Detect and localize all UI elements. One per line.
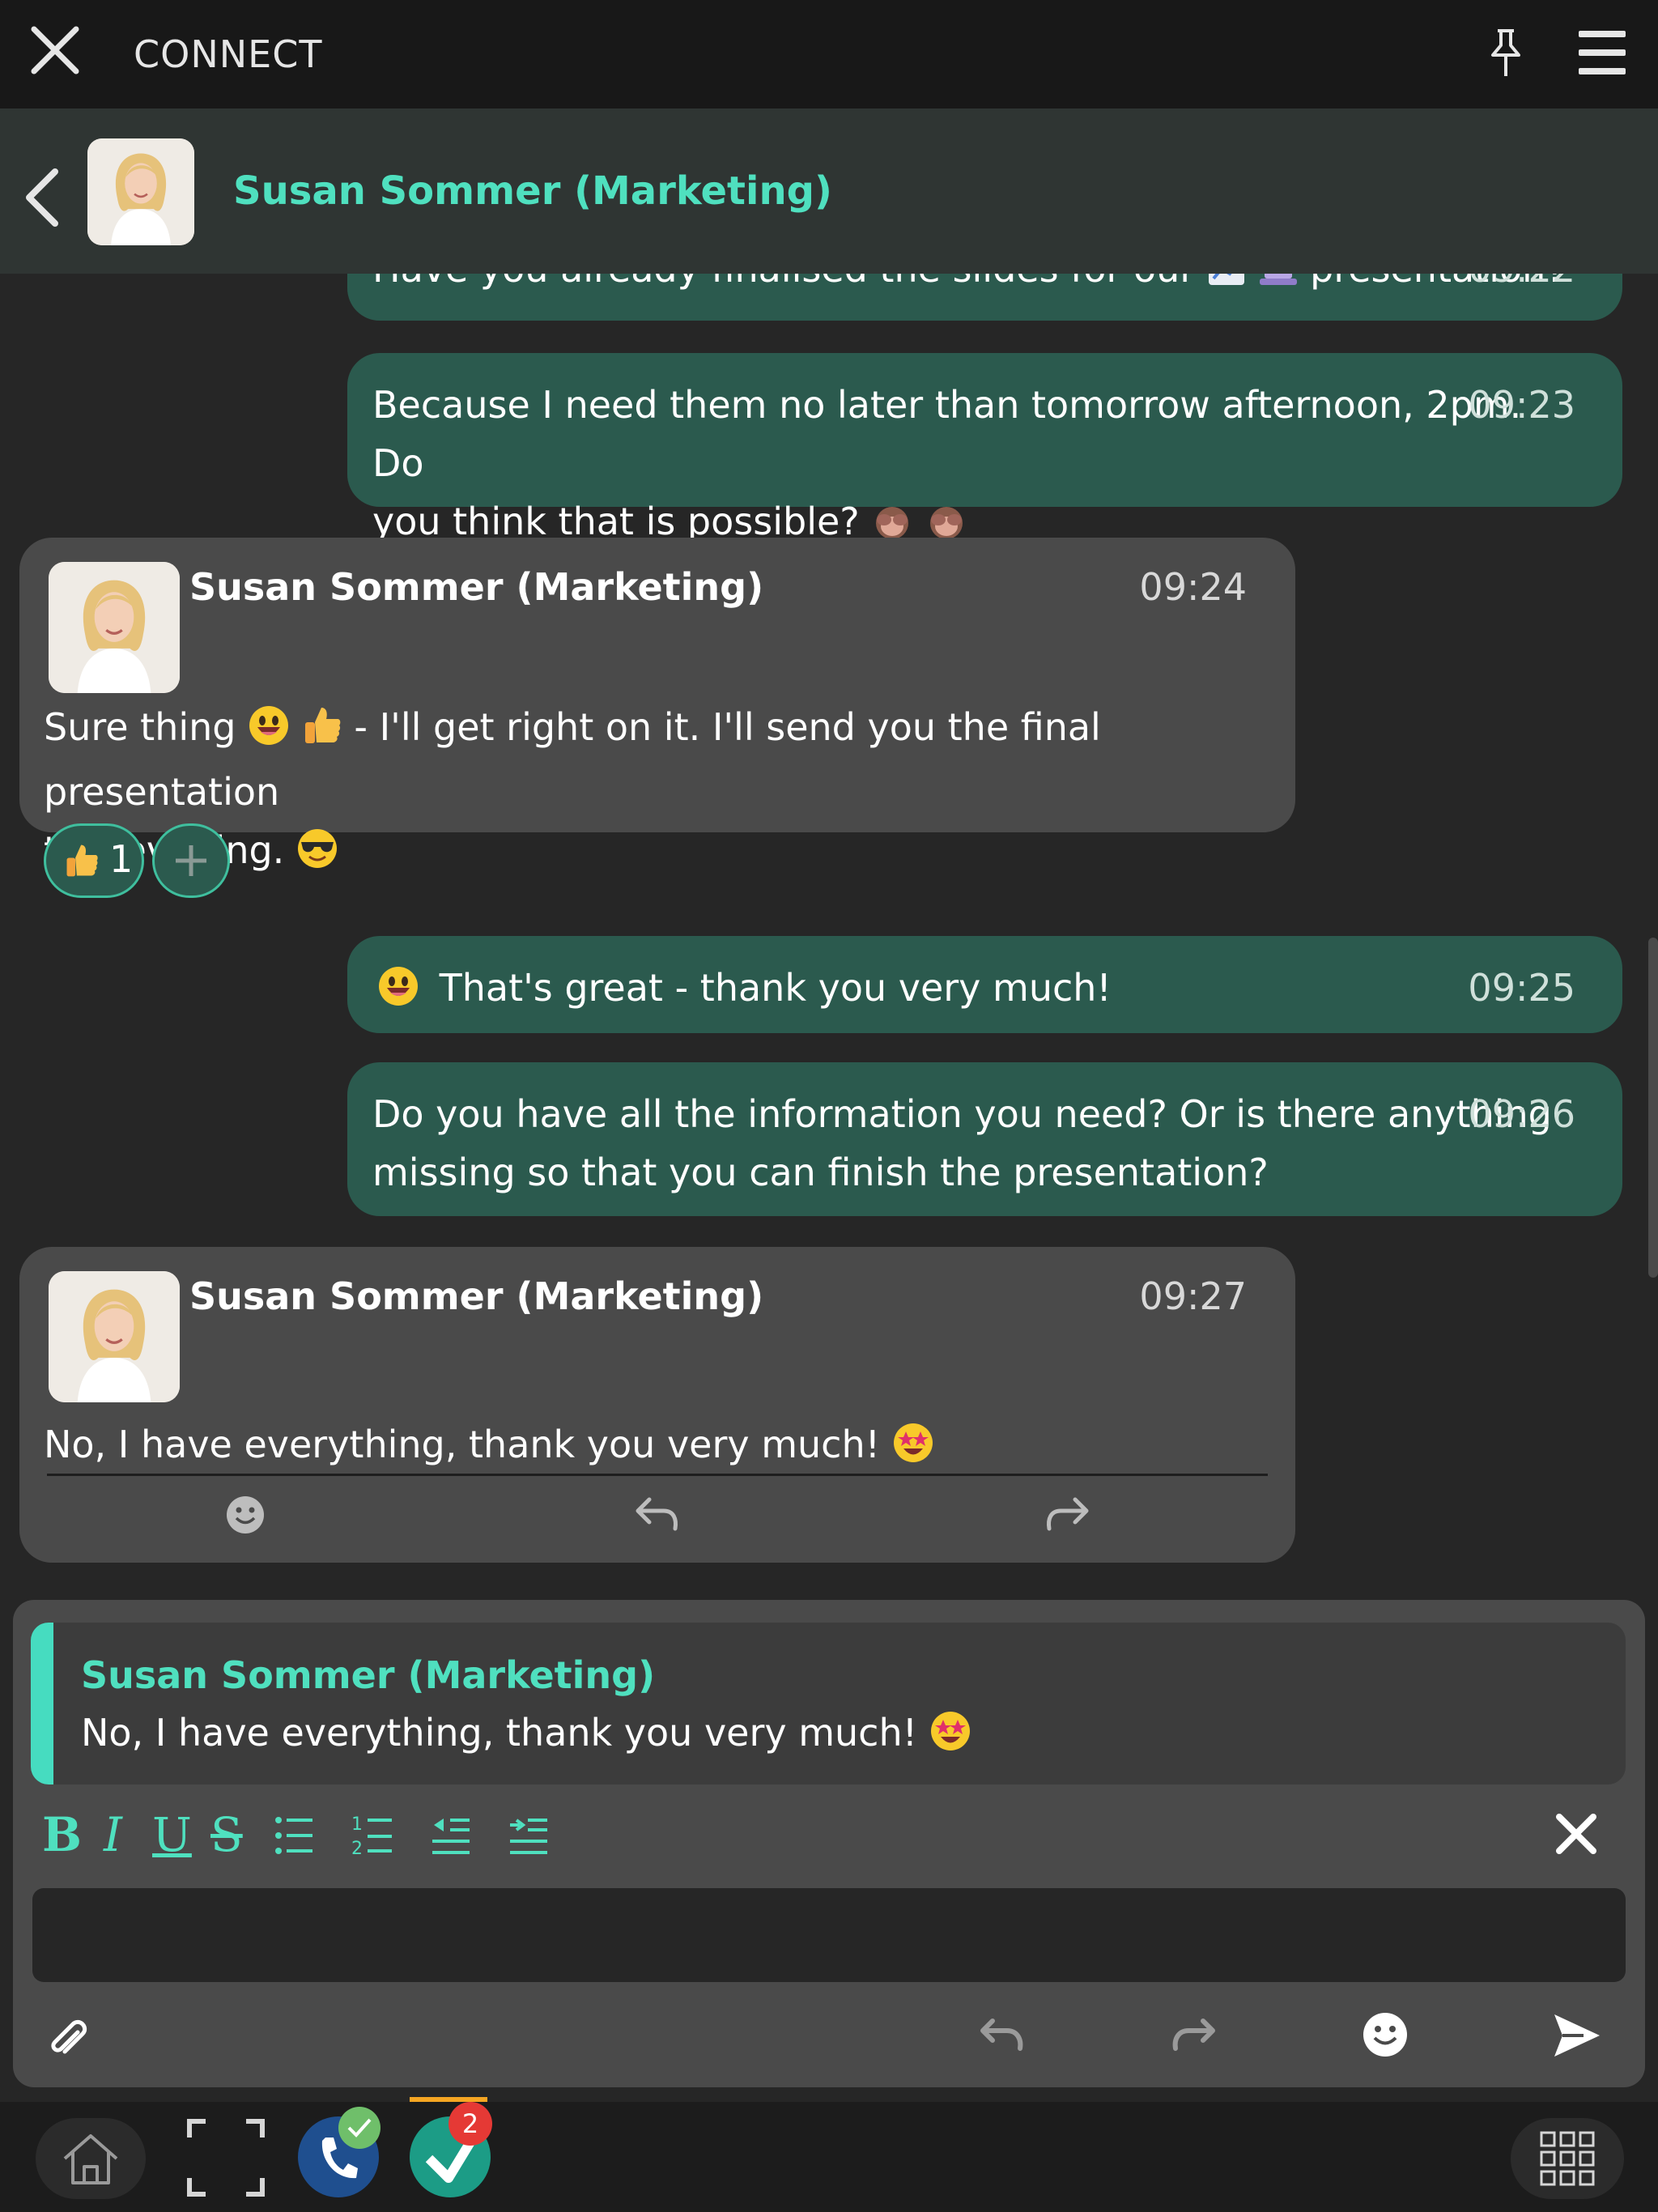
undo-icon[interactable] bbox=[978, 2016, 1027, 2053]
message-text-line: Because I need them no later than tomorr… bbox=[372, 383, 1522, 485]
plus-icon bbox=[176, 845, 206, 876]
incoming-message[interactable]: Susan Sommer (Marketing) 09:24 Sure thin… bbox=[19, 538, 1295, 872]
message-text: No, I have everything, thank you very mu… bbox=[44, 1423, 881, 1466]
star-struck-emoji-icon bbox=[929, 1710, 971, 1761]
sender-avatar bbox=[49, 1271, 180, 1402]
redo-icon[interactable] bbox=[1169, 2016, 1218, 2053]
divider bbox=[47, 1474, 1268, 1476]
emoji-picker-icon[interactable] bbox=[1362, 2011, 1409, 2058]
strikethrough-button[interactable]: S bbox=[210, 1807, 243, 1862]
back-chevron-icon[interactable] bbox=[19, 165, 65, 230]
message-time: 09:23 bbox=[1468, 383, 1575, 427]
message-text: you think that is possible? bbox=[372, 500, 860, 543]
reply-quote: Susan Sommer (Marketing) No, I have ever… bbox=[31, 1623, 1626, 1784]
reaction-count: 1 bbox=[109, 837, 134, 881]
app-title: CONNECT bbox=[134, 32, 323, 76]
taskbar: 2 bbox=[0, 2097, 1658, 2212]
forward-icon[interactable] bbox=[1043, 1495, 1091, 1532]
sender-name: Susan Sommer (Marketing) bbox=[189, 565, 764, 609]
contact-name[interactable]: Susan Sommer (Marketing) bbox=[233, 168, 832, 214]
underline-button[interactable]: U bbox=[152, 1807, 192, 1862]
home-button[interactable] bbox=[36, 2118, 146, 2199]
message-text: Have you already finalised the slides fo… bbox=[372, 274, 1195, 291]
send-icon[interactable] bbox=[1551, 2011, 1603, 2060]
cancel-reply-icon[interactable] bbox=[1554, 1812, 1598, 1856]
pin-icon[interactable] bbox=[1483, 28, 1528, 79]
laptop-emoji-icon bbox=[1258, 274, 1299, 304]
message-time: 09:22 bbox=[1468, 274, 1575, 298]
checkmark-icon bbox=[347, 2118, 372, 2138]
message-composer: Susan Sommer (Marketing) No, I have ever… bbox=[13, 1600, 1645, 2087]
grinning-face-emoji-icon bbox=[248, 704, 290, 763]
home-icon bbox=[63, 2134, 118, 2184]
message-input[interactable] bbox=[32, 1888, 1626, 1982]
thumbs-up-reaction[interactable]: 1 bbox=[44, 823, 144, 898]
sunglasses-face-emoji-icon bbox=[296, 827, 338, 886]
add-reaction-button[interactable] bbox=[152, 823, 230, 898]
apps-grid-button[interactable] bbox=[1511, 2118, 1624, 2199]
message-list[interactable]: Have you already finalised the slides fo… bbox=[0, 274, 1658, 1595]
message-time: 09:27 bbox=[1139, 1274, 1247, 1318]
grinning-face-emoji-icon bbox=[377, 965, 419, 1023]
quote-sender-name: Susan Sommer (Marketing) bbox=[81, 1653, 656, 1697]
outdent-icon[interactable] bbox=[429, 1814, 471, 1857]
outgoing-message[interactable]: Have you already finalised the slides fo… bbox=[347, 274, 1622, 321]
bulleted-list-icon[interactable] bbox=[274, 1814, 314, 1857]
outgoing-message[interactable]: Because I need them no later than tomorr… bbox=[347, 353, 1622, 543]
active-app-indicator bbox=[410, 2097, 487, 2102]
sender-avatar bbox=[49, 562, 180, 693]
svg-text:1: 1 bbox=[351, 1814, 363, 1835]
close-icon[interactable] bbox=[29, 24, 81, 76]
indent-icon[interactable] bbox=[507, 1814, 549, 1857]
reply-icon[interactable] bbox=[633, 1495, 682, 1532]
message-text-line: Do you have all the information you need… bbox=[372, 1092, 1552, 1136]
top-bar: CONNECT bbox=[0, 0, 1658, 108]
svg-text:2: 2 bbox=[351, 1839, 363, 1859]
grid-icon bbox=[1540, 2131, 1595, 2186]
message-time: 09:24 bbox=[1139, 565, 1247, 609]
thumbs-up-emoji-icon bbox=[66, 844, 98, 877]
chat-header: Susan Sommer (Marketing) bbox=[0, 108, 1658, 274]
status-ok-badge bbox=[338, 2107, 380, 2149]
contact-avatar[interactable] bbox=[87, 138, 194, 245]
incoming-message[interactable]: Susan Sommer (Marketing) 09:27 No, I hav… bbox=[19, 1247, 1295, 1563]
unread-badge: 2 bbox=[449, 2102, 492, 2146]
sender-name: Susan Sommer (Marketing) bbox=[189, 1274, 764, 1318]
fullscreen-icon[interactable] bbox=[186, 2118, 266, 2197]
star-struck-emoji-icon bbox=[892, 1422, 934, 1480]
outgoing-message[interactable]: That's great - thank you very much! 09:2… bbox=[347, 936, 1622, 1033]
scrollbar[interactable] bbox=[1648, 938, 1658, 1278]
thumbs-up-emoji-icon bbox=[302, 704, 342, 763]
message-text-line: missing so that you can finish the prese… bbox=[372, 1151, 1269, 1194]
attachment-icon[interactable] bbox=[45, 2014, 91, 2063]
message-time: 09:25 bbox=[1468, 966, 1575, 1010]
bold-button[interactable]: B bbox=[42, 1807, 82, 1862]
message-body: No, I have everything, thank you very mu… bbox=[44, 1415, 1274, 1480]
message-text: Sure thing bbox=[44, 705, 236, 749]
message-text: That's great - thank you very much! bbox=[439, 966, 1112, 1010]
emoji-react-icon[interactable] bbox=[225, 1495, 266, 1535]
menu-icon[interactable] bbox=[1577, 28, 1627, 78]
numbered-list-icon[interactable]: 12 bbox=[351, 1812, 393, 1859]
message-time: 09:26 bbox=[1468, 1092, 1575, 1136]
quote-message-text: No, I have everything, thank you very mu… bbox=[81, 1711, 918, 1755]
chart-emoji-icon bbox=[1207, 274, 1246, 304]
quote-accent-bar bbox=[31, 1623, 53, 1784]
quote-text: No, I have everything, thank you very mu… bbox=[81, 1710, 971, 1761]
italic-button[interactable]: I bbox=[104, 1807, 122, 1862]
outgoing-message[interactable]: Do you have all the information you need… bbox=[347, 1062, 1622, 1216]
